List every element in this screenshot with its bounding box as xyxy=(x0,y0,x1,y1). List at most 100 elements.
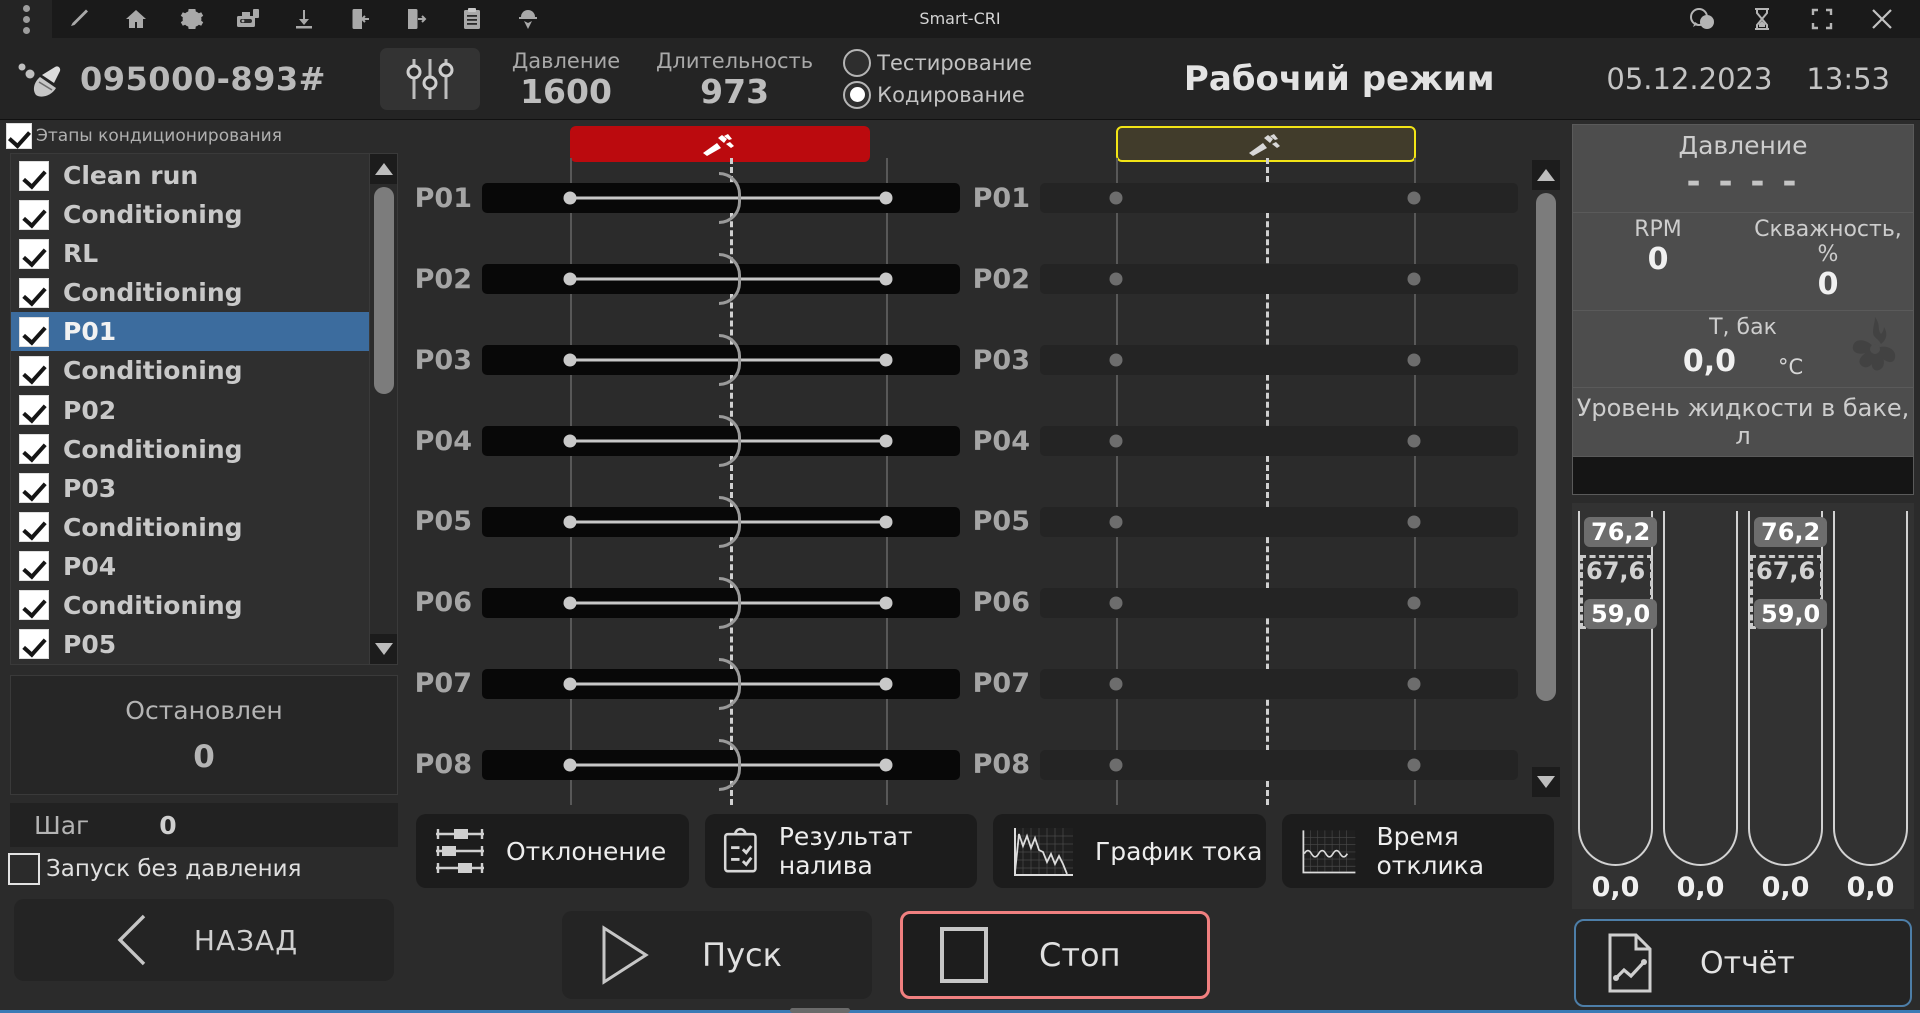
download-icon[interactable] xyxy=(276,0,332,38)
channel-row[interactable]: P03 xyxy=(970,320,1528,401)
report-button[interactable]: Отчёт xyxy=(1574,919,1912,1007)
channel-row[interactable]: P04 xyxy=(412,401,970,482)
home-icon[interactable] xyxy=(108,0,164,38)
fill-result-button[interactable]: Результат налива xyxy=(704,814,977,888)
channels-scroll-up-button[interactable] xyxy=(1532,160,1560,190)
back-button[interactable]: НАЗАД xyxy=(14,899,394,981)
channel-row[interactable]: P08 xyxy=(970,724,1528,805)
channel-node[interactable] xyxy=(879,191,893,205)
hourglass-icon[interactable] xyxy=(1732,0,1792,38)
channel-row[interactable]: P03 xyxy=(412,320,970,401)
stage-list-item[interactable]: Conditioning xyxy=(11,351,369,390)
channel-bar[interactable] xyxy=(1040,264,1518,295)
channel-node[interactable] xyxy=(1407,596,1421,610)
channel-row[interactable]: P02 xyxy=(412,239,970,320)
current-graph-button[interactable]: График тока xyxy=(993,814,1266,888)
channel-node[interactable] xyxy=(563,191,577,205)
stages-scrollbar[interactable] xyxy=(369,154,397,664)
channel-node[interactable] xyxy=(1109,191,1123,205)
stage-item-checkbox[interactable] xyxy=(19,355,49,386)
channel-bar[interactable] xyxy=(1040,426,1518,457)
channel-node[interactable] xyxy=(563,515,577,529)
channel-row[interactable]: P05 xyxy=(970,482,1528,563)
channel-node[interactable] xyxy=(1407,272,1421,286)
channel-node[interactable] xyxy=(1407,677,1421,691)
response-time-button[interactable]: Время отклика xyxy=(1281,814,1554,888)
left-plug-status-bar[interactable] xyxy=(570,126,870,162)
channel-row[interactable]: P08 xyxy=(412,724,970,805)
channel-row[interactable]: P07 xyxy=(970,643,1528,724)
stage-list-item[interactable]: Clean run xyxy=(11,156,369,195)
channel-row[interactable]: P06 xyxy=(412,562,970,643)
channel-bar[interactable] xyxy=(482,253,960,306)
conditioning-stages-header[interactable]: Этапы кондиционирования xyxy=(0,120,408,151)
channel-bar[interactable] xyxy=(1040,668,1518,699)
scroll-up-button[interactable] xyxy=(369,154,397,184)
stage-item-checkbox[interactable] xyxy=(19,395,49,425)
stage-list-item[interactable]: P02 xyxy=(11,390,369,429)
channel-row[interactable]: P02 xyxy=(970,239,1528,320)
radio-coding[interactable]: Кодирование xyxy=(843,80,1032,109)
channel-node[interactable] xyxy=(563,596,577,610)
stages-scroll-track[interactable] xyxy=(370,184,397,634)
stage-list-item[interactable]: Conditioning xyxy=(11,586,369,625)
channel-row[interactable]: P07 xyxy=(412,643,970,724)
channel-bar[interactable] xyxy=(482,495,960,548)
channel-node[interactable] xyxy=(1109,515,1123,529)
stage-item-checkbox[interactable] xyxy=(19,160,49,191)
channel-node[interactable] xyxy=(1407,434,1421,448)
radio-testing[interactable]: Тестирование xyxy=(843,48,1032,77)
stage-item-checkbox[interactable] xyxy=(19,629,49,660)
channel-node[interactable] xyxy=(879,272,893,286)
stop-button[interactable]: Стоп xyxy=(900,911,1210,999)
channel-bar[interactable] xyxy=(1040,587,1518,618)
right-plug-status-bar[interactable] xyxy=(1116,126,1416,162)
stage-list-item[interactable]: Conditioning xyxy=(11,273,369,312)
channel-row[interactable]: P01 xyxy=(970,158,1528,239)
channel-bar[interactable] xyxy=(1040,345,1518,376)
channel-node[interactable] xyxy=(1109,758,1123,772)
stage-list-item[interactable]: Conditioning xyxy=(11,195,369,234)
export-icon[interactable] xyxy=(388,0,444,38)
clipboard-icon[interactable] xyxy=(444,0,500,38)
channel-node[interactable] xyxy=(563,677,577,691)
stages-scroll-thumb[interactable] xyxy=(373,187,394,394)
worker-icon[interactable] xyxy=(500,0,556,38)
stage-list-item[interactable]: P01 xyxy=(11,312,369,352)
stage-list-item[interactable]: Conditioning xyxy=(11,430,369,469)
channel-node[interactable] xyxy=(563,353,577,367)
channel-bar[interactable] xyxy=(482,657,960,710)
channel-node[interactable] xyxy=(563,434,577,448)
channel-node[interactable] xyxy=(1109,353,1123,367)
channel-bar[interactable] xyxy=(482,415,960,468)
channel-row[interactable]: P05 xyxy=(412,482,970,563)
channel-bar[interactable] xyxy=(1040,749,1518,780)
settings-sliders-button[interactable] xyxy=(380,47,480,110)
channel-node[interactable] xyxy=(1407,353,1421,367)
channel-bar[interactable] xyxy=(1040,183,1518,214)
channel-node[interactable] xyxy=(879,515,893,529)
channels-scroll-track[interactable] xyxy=(1532,190,1560,767)
channel-node[interactable] xyxy=(879,434,893,448)
channel-node[interactable] xyxy=(563,758,577,772)
channels-scrollbar[interactable] xyxy=(1532,160,1560,797)
stage-list-item[interactable]: P04 xyxy=(11,547,369,586)
stage-item-checkbox[interactable] xyxy=(19,277,49,308)
channel-node[interactable] xyxy=(879,758,893,772)
conditioning-stages-checkbox[interactable] xyxy=(6,123,32,149)
channel-node[interactable] xyxy=(1407,191,1421,205)
start-without-pressure-row[interactable]: Запуск без давления xyxy=(0,847,408,885)
start-button[interactable]: Пуск xyxy=(562,911,872,999)
stage-item-checkbox[interactable] xyxy=(19,512,49,543)
channel-node[interactable] xyxy=(1109,272,1123,286)
channel-bar[interactable] xyxy=(482,576,960,629)
pencil-icon[interactable] xyxy=(52,0,108,38)
channel-row[interactable]: P06 xyxy=(970,562,1528,643)
stage-item-checkbox[interactable] xyxy=(19,473,49,504)
channels-scroll-down-button[interactable] xyxy=(1532,767,1560,797)
stage-item-checkbox[interactable] xyxy=(19,316,49,347)
close-icon[interactable] xyxy=(1852,0,1912,38)
toolbox-icon[interactable] xyxy=(220,0,276,38)
channel-node[interactable] xyxy=(563,272,577,286)
stage-list-item[interactable]: P03 xyxy=(11,469,369,508)
